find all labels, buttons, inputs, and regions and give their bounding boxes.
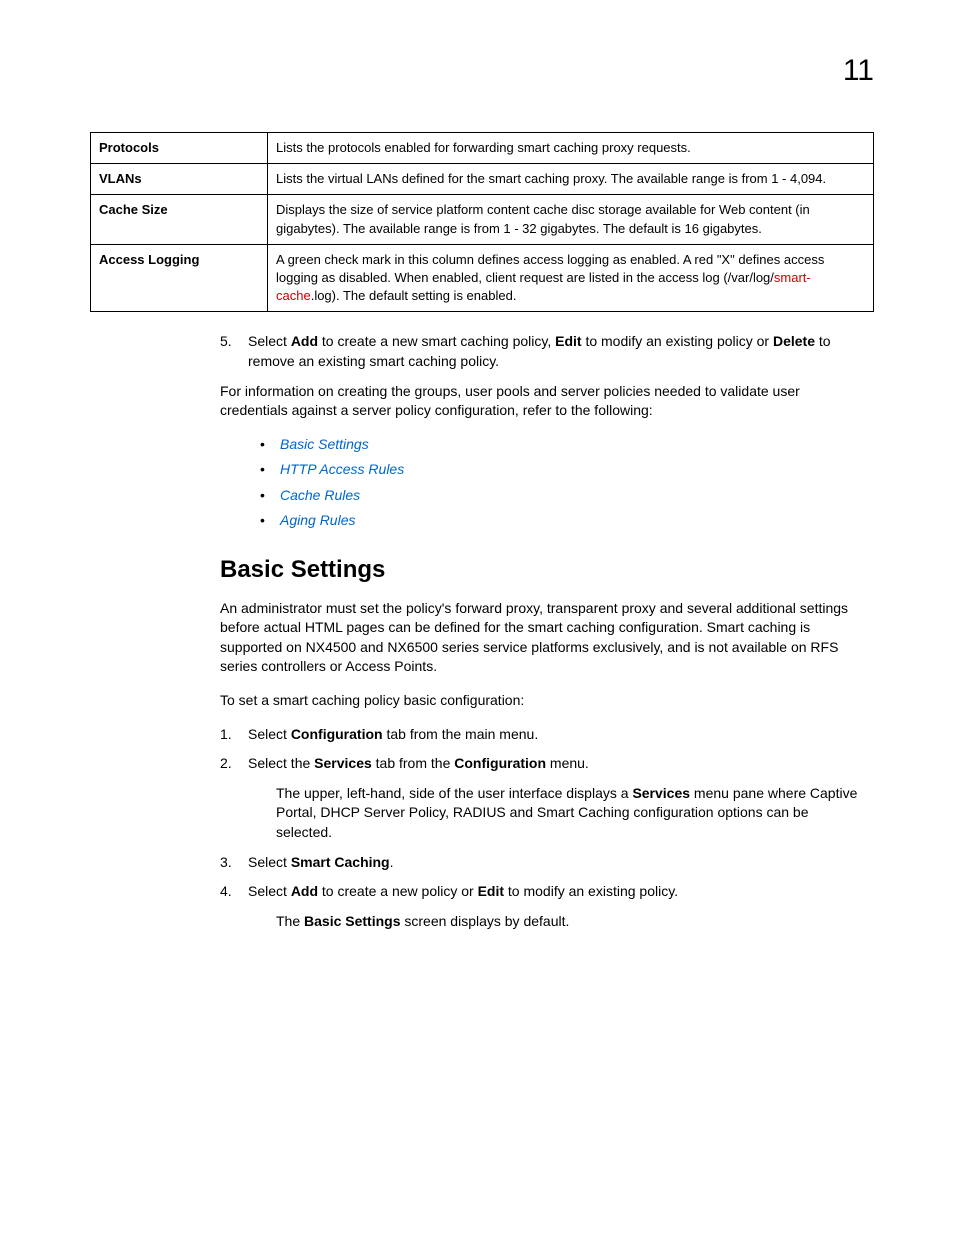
- step-4-note: The Basic Settings screen displays by de…: [276, 912, 864, 932]
- page-number: 11: [90, 50, 874, 92]
- step-number: 5.: [220, 332, 248, 371]
- section-intro: An administrator must set the policy's f…: [220, 599, 864, 677]
- info-paragraph: For information on creating the groups, …: [220, 382, 864, 421]
- step-text: Select Configuration tab from the main m…: [248, 725, 864, 745]
- row-description: A green check mark in this column define…: [268, 244, 874, 312]
- row-label: Cache Size: [91, 195, 268, 244]
- list-item: •HTTP Access Rules: [260, 460, 864, 480]
- table-row: Access LoggingA green check mark in this…: [91, 244, 874, 312]
- doc-link[interactable]: HTTP Access Rules: [280, 460, 404, 480]
- section-heading: Basic Settings: [220, 553, 864, 587]
- step-text: Select Add to create a new smart caching…: [248, 332, 864, 371]
- step-text: Select Add to create a new policy or Edi…: [248, 882, 864, 902]
- row-label: Access Logging: [91, 244, 268, 312]
- definitions-table: ProtocolsLists the protocols enabled for…: [90, 132, 874, 312]
- table-row: ProtocolsLists the protocols enabled for…: [91, 133, 874, 164]
- row-description: Displays the size of service platform co…: [268, 195, 874, 244]
- step-2-note: The upper, left-hand, side of the user i…: [276, 784, 864, 843]
- bullet-icon: •: [260, 460, 280, 480]
- step-4: 4. Select Add to create a new policy or …: [220, 882, 864, 902]
- step-1: 1. Select Configuration tab from the mai…: [220, 725, 864, 745]
- bullet-icon: •: [260, 435, 280, 455]
- bullet-icon: •: [260, 486, 280, 506]
- table-row: VLANsLists the virtual LANs defined for …: [91, 164, 874, 195]
- row-label: VLANs: [91, 164, 268, 195]
- list-item: •Cache Rules: [260, 486, 864, 506]
- step-text: Select Smart Caching.: [248, 853, 864, 873]
- doc-link[interactable]: Aging Rules: [280, 511, 356, 531]
- doc-link[interactable]: Cache Rules: [280, 486, 360, 506]
- link-list: •Basic Settings•HTTP Access Rules•Cache …: [260, 435, 864, 531]
- step-number: 2.: [220, 754, 248, 774]
- doc-link[interactable]: Basic Settings: [280, 435, 369, 455]
- table-row: Cache SizeDisplays the size of service p…: [91, 195, 874, 244]
- bullet-icon: •: [260, 511, 280, 531]
- content-body: 5. Select Add to create a new smart cach…: [220, 332, 864, 931]
- step-text: Select the Services tab from the Configu…: [248, 754, 864, 774]
- step-number: 3.: [220, 853, 248, 873]
- list-item: •Basic Settings: [260, 435, 864, 455]
- row-label: Protocols: [91, 133, 268, 164]
- row-description: Lists the protocols enabled for forwardi…: [268, 133, 874, 164]
- section-lead: To set a smart caching policy basic conf…: [220, 691, 864, 711]
- step-5: 5. Select Add to create a new smart cach…: [220, 332, 864, 371]
- step-number: 1.: [220, 725, 248, 745]
- step-number: 4.: [220, 882, 248, 902]
- row-description: Lists the virtual LANs defined for the s…: [268, 164, 874, 195]
- list-item: •Aging Rules: [260, 511, 864, 531]
- step-2: 2. Select the Services tab from the Conf…: [220, 754, 864, 774]
- step-3: 3. Select Smart Caching.: [220, 853, 864, 873]
